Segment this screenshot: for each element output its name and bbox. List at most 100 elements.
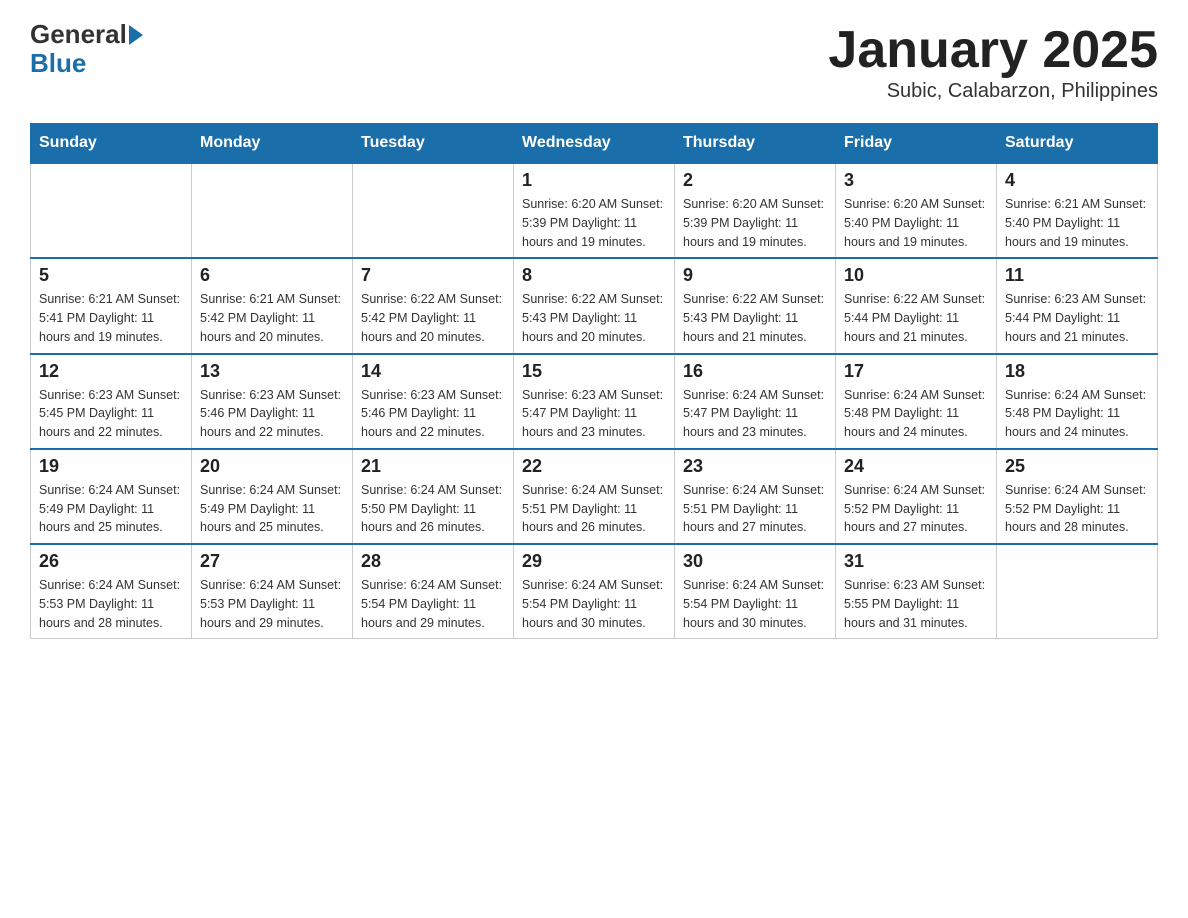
day-number: 30 <box>683 551 827 572</box>
title-area: January 2025 Subic, Calabarzon, Philippi… <box>828 20 1158 103</box>
day-info: Sunrise: 6:21 AM Sunset: 5:42 PM Dayligh… <box>200 290 344 346</box>
calendar-cell: 5 Sunrise: 6:21 AM Sunset: 5:41 PM Daylig… <box>31 258 192 353</box>
day-number: 21 <box>361 456 505 477</box>
calendar-cell: 27 Sunrise: 6:24 AM Sunset: 5:53 PM Dayli… <box>192 544 353 639</box>
calendar-cell: 20 Sunrise: 6:24 AM Sunset: 5:49 PM Dayli… <box>192 449 353 544</box>
day-number: 8 <box>522 265 666 286</box>
calendar-cell: 26 Sunrise: 6:24 AM Sunset: 5:53 PM Dayli… <box>31 544 192 639</box>
calendar-cell: 13 Sunrise: 6:23 AM Sunset: 5:46 PM Dayli… <box>192 354 353 449</box>
calendar-cell <box>997 544 1158 639</box>
calendar-cell: 8 Sunrise: 6:22 AM Sunset: 5:43 PM Daylig… <box>514 258 675 353</box>
calendar-cell: 12 Sunrise: 6:23 AM Sunset: 5:45 PM Dayli… <box>31 354 192 449</box>
day-info: Sunrise: 6:21 AM Sunset: 5:40 PM Dayligh… <box>1005 195 1149 251</box>
header-cell-saturday: Saturday <box>997 124 1158 164</box>
day-info: Sunrise: 6:24 AM Sunset: 5:54 PM Dayligh… <box>361 576 505 632</box>
day-info: Sunrise: 6:24 AM Sunset: 5:49 PM Dayligh… <box>200 481 344 537</box>
day-info: Sunrise: 6:24 AM Sunset: 5:50 PM Dayligh… <box>361 481 505 537</box>
calendar-cell <box>192 163 353 258</box>
day-info: Sunrise: 6:24 AM Sunset: 5:51 PM Dayligh… <box>683 481 827 537</box>
calendar-cell: 14Sunrise: 6:23 AM Sunset: 5:46 PM Dayli… <box>353 354 514 449</box>
calendar-week-3: 12 Sunrise: 6:23 AM Sunset: 5:45 PM Dayli… <box>31 354 1158 449</box>
logo: General Blue <box>30 20 143 77</box>
day-number: 2 <box>683 170 827 191</box>
calendar-body: 1Sunrise: 6:20 AM Sunset: 5:39 PM Daylig… <box>31 163 1158 639</box>
day-info: Sunrise: 6:23 AM Sunset: 5:44 PM Dayligh… <box>1005 290 1149 346</box>
day-number: 29 <box>522 551 666 572</box>
day-number: 20 <box>200 456 344 477</box>
day-number: 3 <box>844 170 988 191</box>
day-number: 26 <box>39 551 183 572</box>
calendar-cell: 9 Sunrise: 6:22 AM Sunset: 5:43 PM Daylig… <box>675 258 836 353</box>
day-info: Sunrise: 6:23 AM Sunset: 5:55 PM Dayligh… <box>844 576 988 632</box>
day-number: 15 <box>522 361 666 382</box>
calendar-cell: 22 Sunrise: 6:24 AM Sunset: 5:51 PM Dayli… <box>514 449 675 544</box>
calendar-cell: 1Sunrise: 6:20 AM Sunset: 5:39 PM Daylig… <box>514 163 675 258</box>
day-info: Sunrise: 6:22 AM Sunset: 5:43 PM Dayligh… <box>522 290 666 346</box>
calendar-week-5: 26 Sunrise: 6:24 AM Sunset: 5:53 PM Dayli… <box>31 544 1158 639</box>
day-info: Sunrise: 6:24 AM Sunset: 5:54 PM Dayligh… <box>683 576 827 632</box>
day-info: Sunrise: 6:24 AM Sunset: 5:47 PM Dayligh… <box>683 386 827 442</box>
day-info: Sunrise: 6:24 AM Sunset: 5:48 PM Dayligh… <box>1005 386 1149 442</box>
day-info: Sunrise: 6:24 AM Sunset: 5:51 PM Dayligh… <box>522 481 666 537</box>
calendar-cell: 7 Sunrise: 6:22 AM Sunset: 5:42 PM Daylig… <box>353 258 514 353</box>
day-number: 6 <box>200 265 344 286</box>
calendar-header: SundayMondayTuesdayWednesdayThursdayFrid… <box>31 124 1158 164</box>
day-number: 31 <box>844 551 988 572</box>
calendar-cell: 25 Sunrise: 6:24 AM Sunset: 5:52 PM Dayli… <box>997 449 1158 544</box>
day-number: 27 <box>200 551 344 572</box>
day-info: Sunrise: 6:24 AM Sunset: 5:54 PM Dayligh… <box>522 576 666 632</box>
day-number: 5 <box>39 265 183 286</box>
header-cell-sunday: Sunday <box>31 124 192 164</box>
calendar-cell: 3 Sunrise: 6:20 AM Sunset: 5:40 PM Daylig… <box>836 163 997 258</box>
calendar-cell: 10Sunrise: 6:22 AM Sunset: 5:44 PM Dayli… <box>836 258 997 353</box>
day-number: 25 <box>1005 456 1149 477</box>
day-number: 16 <box>683 361 827 382</box>
day-number: 1 <box>522 170 666 191</box>
day-info: Sunrise: 6:23 AM Sunset: 5:45 PM Dayligh… <box>39 386 183 442</box>
calendar-cell: 18 Sunrise: 6:24 AM Sunset: 5:48 PM Dayli… <box>997 354 1158 449</box>
day-number: 11 <box>1005 265 1149 286</box>
day-info: Sunrise: 6:23 AM Sunset: 5:46 PM Dayligh… <box>361 386 505 442</box>
page-subtitle: Subic, Calabarzon, Philippines <box>828 80 1158 103</box>
page-header: General Blue January 2025 Subic, Calabar… <box>30 20 1158 103</box>
day-number: 24 <box>844 456 988 477</box>
logo-blue: Blue <box>30 49 143 78</box>
calendar-cell: 15Sunrise: 6:23 AM Sunset: 5:47 PM Dayli… <box>514 354 675 449</box>
day-number: 18 <box>1005 361 1149 382</box>
day-info: Sunrise: 6:24 AM Sunset: 5:52 PM Dayligh… <box>844 481 988 537</box>
day-info: Sunrise: 6:24 AM Sunset: 5:53 PM Dayligh… <box>39 576 183 632</box>
day-info: Sunrise: 6:22 AM Sunset: 5:42 PM Dayligh… <box>361 290 505 346</box>
calendar-cell: 21 Sunrise: 6:24 AM Sunset: 5:50 PM Dayli… <box>353 449 514 544</box>
calendar-cell: 4 Sunrise: 6:21 AM Sunset: 5:40 PM Daylig… <box>997 163 1158 258</box>
day-number: 7 <box>361 265 505 286</box>
calendar-cell <box>31 163 192 258</box>
day-info: Sunrise: 6:22 AM Sunset: 5:43 PM Dayligh… <box>683 290 827 346</box>
day-number: 12 <box>39 361 183 382</box>
day-number: 4 <box>1005 170 1149 191</box>
day-info: Sunrise: 6:24 AM Sunset: 5:49 PM Dayligh… <box>39 481 183 537</box>
day-number: 28 <box>361 551 505 572</box>
day-info: Sunrise: 6:23 AM Sunset: 5:46 PM Dayligh… <box>200 386 344 442</box>
header-cell-wednesday: Wednesday <box>514 124 675 164</box>
page-title: January 2025 <box>828 20 1158 80</box>
calendar-cell <box>353 163 514 258</box>
calendar-week-2: 5 Sunrise: 6:21 AM Sunset: 5:41 PM Daylig… <box>31 258 1158 353</box>
day-number: 17 <box>844 361 988 382</box>
calendar-cell: 11 Sunrise: 6:23 AM Sunset: 5:44 PM Dayli… <box>997 258 1158 353</box>
day-number: 9 <box>683 265 827 286</box>
calendar-week-1: 1Sunrise: 6:20 AM Sunset: 5:39 PM Daylig… <box>31 163 1158 258</box>
day-number: 22 <box>522 456 666 477</box>
calendar-cell: 16 Sunrise: 6:24 AM Sunset: 5:47 PM Dayli… <box>675 354 836 449</box>
day-info: Sunrise: 6:21 AM Sunset: 5:41 PM Dayligh… <box>39 290 183 346</box>
calendar-cell: 17 Sunrise: 6:24 AM Sunset: 5:48 PM Dayli… <box>836 354 997 449</box>
day-info: Sunrise: 6:24 AM Sunset: 5:52 PM Dayligh… <box>1005 481 1149 537</box>
day-info: Sunrise: 6:20 AM Sunset: 5:40 PM Dayligh… <box>844 195 988 251</box>
calendar-cell: 23Sunrise: 6:24 AM Sunset: 5:51 PM Dayli… <box>675 449 836 544</box>
day-info: Sunrise: 6:24 AM Sunset: 5:53 PM Dayligh… <box>200 576 344 632</box>
header-cell-monday: Monday <box>192 124 353 164</box>
day-number: 13 <box>200 361 344 382</box>
calendar-table: SundayMondayTuesdayWednesdayThursdayFrid… <box>30 123 1158 639</box>
day-info: Sunrise: 6:24 AM Sunset: 5:48 PM Dayligh… <box>844 386 988 442</box>
day-number: 19 <box>39 456 183 477</box>
calendar-cell: 31 Sunrise: 6:23 AM Sunset: 5:55 PM Dayli… <box>836 544 997 639</box>
